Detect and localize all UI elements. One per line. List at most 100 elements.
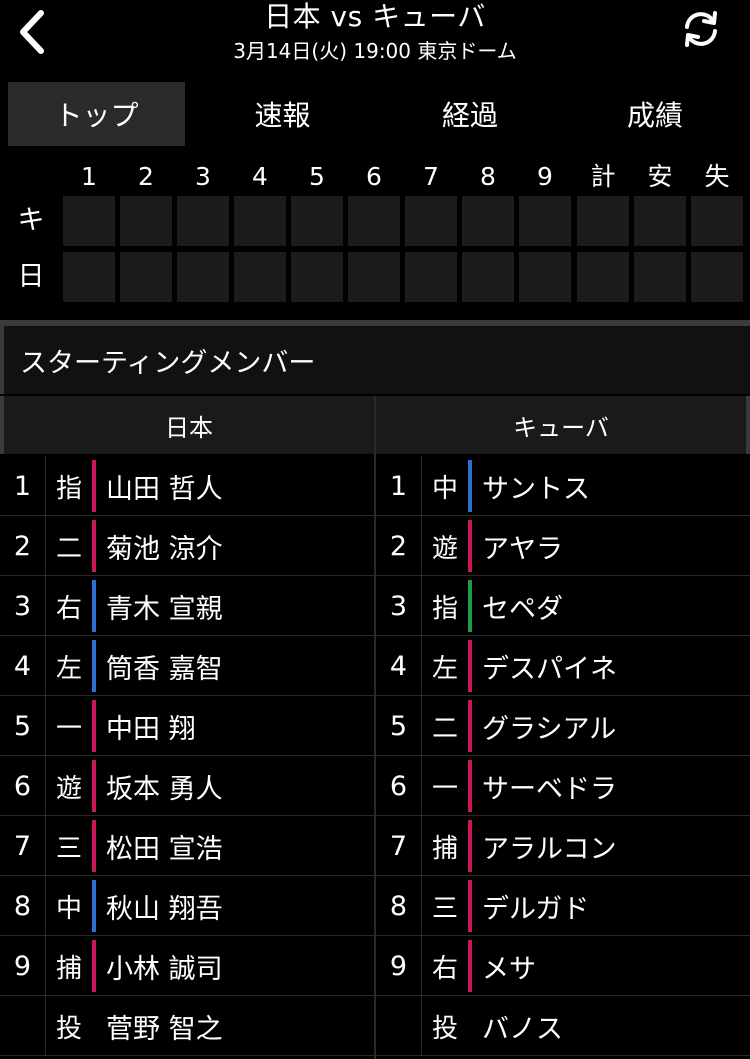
position: 一 [55, 713, 82, 744]
scoreboard-cell [177, 252, 229, 302]
tab-progress[interactable]: 経過 [380, 82, 560, 146]
handedness-bar [92, 820, 96, 872]
position: 左 [431, 653, 458, 684]
batting-order: 1 [376, 456, 422, 516]
batting-order: 2 [376, 516, 422, 576]
section-title: スターティングメンバー [0, 326, 750, 394]
scoreboard-cell [120, 196, 172, 246]
player-name[interactable]: デスパイネ [482, 636, 617, 696]
batting-order: 9 [0, 936, 46, 996]
handedness-bar [92, 460, 96, 512]
position: 遊 [55, 773, 82, 804]
lineup-row[interactable]: 3 右青木 宣親 [0, 576, 374, 636]
player-name[interactable]: サントス [482, 456, 590, 516]
scoreboard-cell [577, 196, 629, 246]
position: 遊 [431, 533, 458, 564]
position: 中 [431, 473, 458, 504]
batting-order [376, 996, 422, 1056]
player-name[interactable]: デルガド [482, 876, 589, 936]
scoreboard-column-header: 5 [309, 162, 325, 191]
lineup-row[interactable]: 7 捕アラルコン [376, 816, 750, 876]
lineup-row[interactable]: 9 右メサ [376, 936, 750, 996]
player-name[interactable]: サーベドラ [482, 756, 617, 816]
lineup-row[interactable]: 投バノス [376, 996, 750, 1056]
lineup-row[interactable]: 6 一サーベドラ [376, 756, 750, 816]
scoreboard-column-header: 計 [590, 162, 616, 191]
lineup-row[interactable]: 9 捕小林 誠司 [0, 936, 374, 996]
scoreboard-cell [634, 196, 686, 246]
scoreboard-cell [291, 252, 343, 302]
scoreboard-team-label: キ [17, 205, 45, 236]
batting-order: 5 [376, 696, 422, 756]
lineup-row[interactable]: 2 遊アヤラ [376, 516, 750, 576]
lineup-row[interactable]: 8 三デルガド [376, 876, 750, 936]
scoreboard-cell [519, 196, 571, 246]
player-name[interactable]: グラシアル [482, 696, 616, 756]
lineup-row[interactable]: 6 遊坂本 勇人 [0, 756, 374, 816]
handedness-bar [468, 820, 472, 872]
player-name[interactable]: セペダ [482, 576, 563, 636]
position: 投 [431, 1013, 458, 1044]
tab-live[interactable]: 速報 [185, 82, 380, 146]
batting-order: 1 [0, 456, 46, 516]
scoreboard-cell [63, 252, 115, 302]
lineup-row[interactable]: 4 左デスパイネ [376, 636, 750, 696]
scoreboard-cell [63, 196, 115, 246]
lineup-row[interactable]: 5 二グラシアル [376, 696, 750, 756]
batting-order: 6 [376, 756, 422, 816]
lineup-row[interactable]: 7 三松田 宣浩 [0, 816, 374, 876]
player-name[interactable]: 菊池 涼介 [106, 516, 223, 576]
lineup-row[interactable]: 8 中秋山 翔吾 [0, 876, 374, 936]
scoreboard-column-header: 失 [704, 162, 730, 191]
page-title: 日本 vs キューバ [264, 0, 486, 33]
position: 二 [431, 713, 458, 744]
player-name[interactable]: アヤラ [482, 516, 563, 576]
batting-order: 4 [0, 636, 46, 696]
lineup-row[interactable]: 5 一中田 翔 [0, 696, 374, 756]
player-name[interactable]: 松田 宣浩 [106, 816, 223, 876]
scoreboard-column-header: 1 [81, 162, 97, 191]
player-name[interactable]: 中田 翔 [106, 696, 196, 756]
batting-order: 7 [376, 816, 422, 876]
player-name[interactable]: 坂本 勇人 [106, 756, 223, 816]
scoreboard-cell [691, 196, 743, 246]
position: 捕 [431, 833, 458, 864]
scoreboard-cell [234, 196, 286, 246]
player-name[interactable]: 小林 誠司 [106, 936, 223, 996]
player-name[interactable]: 菅野 智之 [106, 996, 223, 1056]
batting-order: 3 [0, 576, 46, 636]
lineup-row[interactable]: 投菅野 智之 [0, 996, 374, 1056]
player-name[interactable]: 秋山 翔吾 [106, 876, 223, 936]
player-name[interactable]: バノス [482, 996, 563, 1056]
tab-stats[interactable]: 成績 [560, 82, 750, 146]
player-name[interactable]: 青木 宣親 [106, 576, 223, 636]
batting-order: 5 [0, 696, 46, 756]
lineup-away: 1 中サントス 2 遊アヤラ 3 指セペダ 4 左デスパイネ 5 二グラシアル 6 一サーベドラ 7 捕ア… [376, 456, 750, 1056]
game-info: 3月14日(火) 19:00 東京ドーム [233, 39, 517, 63]
lineup-row[interactable]: 1 指山田 哲人 [0, 456, 374, 516]
lineup-row[interactable]: 1 中サントス [376, 456, 750, 516]
scoreboard-cell [634, 252, 686, 302]
player-name[interactable]: アラルコン [482, 816, 616, 876]
scoreboard-column-header: 9 [537, 162, 553, 191]
batting-order: 7 [0, 816, 46, 876]
position: 捕 [55, 953, 82, 984]
scoreboard-cell [462, 252, 514, 302]
lineup-row[interactable]: 3 指セペダ [376, 576, 750, 636]
lineup-row[interactable]: 2 二菊池 涼介 [0, 516, 374, 576]
player-name[interactable]: 山田 哲人 [106, 456, 223, 516]
handedness-bar [92, 700, 96, 752]
handedness-bar [468, 520, 472, 572]
refresh-button[interactable] [676, 6, 726, 52]
handedness-bar [92, 640, 96, 692]
player-name[interactable]: メサ [482, 936, 536, 996]
handedness-bar [92, 520, 96, 572]
handedness-bar [92, 940, 96, 992]
handedness-bar [468, 640, 472, 692]
handedness-bar [468, 880, 472, 932]
scoreboard-column-header: 7 [423, 162, 439, 191]
handedness-bar [92, 760, 96, 812]
lineup-row[interactable]: 4 左筒香 嘉智 [0, 636, 374, 696]
tab-top[interactable]: トップ [8, 82, 185, 146]
player-name[interactable]: 筒香 嘉智 [106, 636, 223, 696]
